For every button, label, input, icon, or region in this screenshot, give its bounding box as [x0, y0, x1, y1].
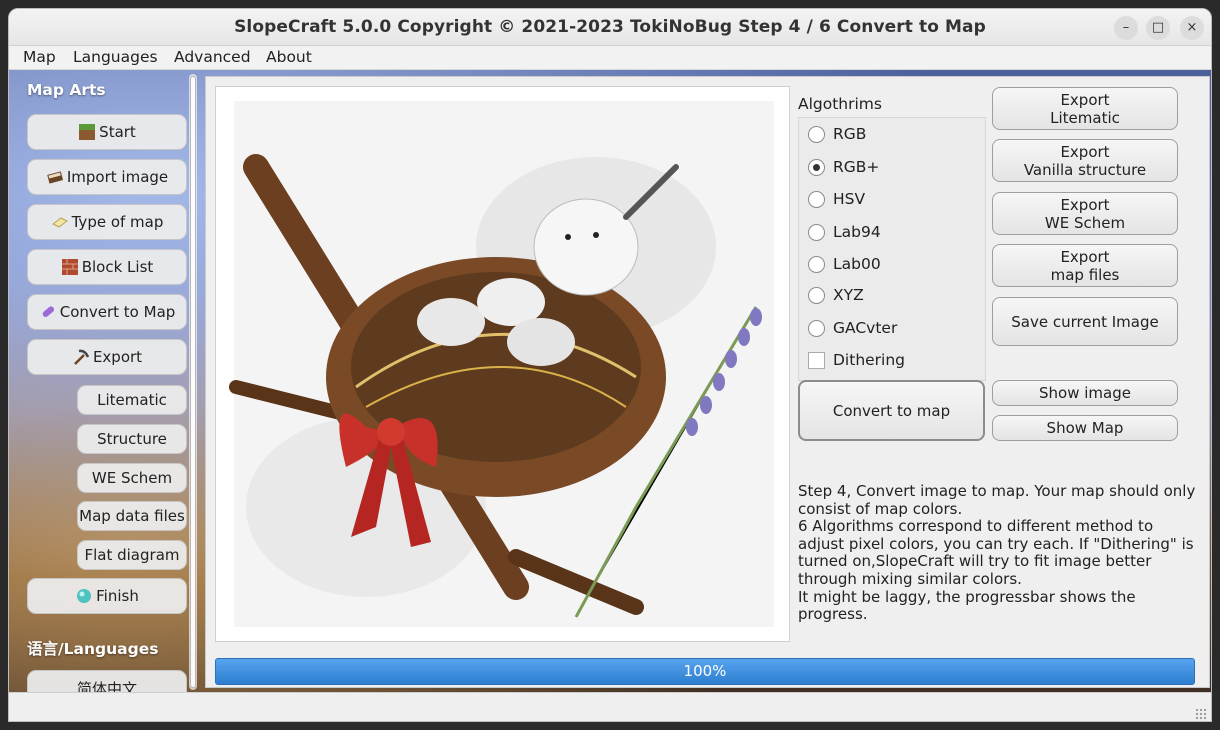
menu-advanced[interactable]: Advanced: [174, 48, 251, 66]
menu-about[interactable]: About: [266, 48, 312, 66]
nav-block-list-button[interactable]: Block List: [27, 249, 187, 285]
menu-bar: Map Languages Advanced About: [9, 46, 1211, 70]
algorithms-group: RGB RGB+ HSV Lab94 Lab00 XYZ GACvter Dit…: [798, 117, 986, 381]
radio-rgb-plus-row[interactable]: RGB+: [808, 158, 879, 176]
export-litematic-button[interactable]: Export Litematic: [992, 87, 1178, 130]
close-button[interactable]: ×: [1180, 16, 1204, 40]
nav-import-image-label: Import image: [66, 168, 169, 186]
export-map-line2: map files: [1050, 265, 1120, 284]
description-line-2: 6 Algorithms correspond to different met…: [798, 517, 1194, 588]
radio-rgb-plus[interactable]: [808, 158, 825, 176]
export-we-line2: WE Schem: [1044, 213, 1126, 232]
export-structure-nav[interactable]: Structure: [77, 424, 187, 454]
title-bar[interactable]: SlopeCraft 5.0.0 Copyright © 2021-2023 T…: [9, 9, 1211, 46]
algorithms-label: Algothrims: [798, 95, 882, 113]
radio-xyz-row[interactable]: XYZ: [808, 286, 864, 304]
progress-text: 100%: [683, 662, 727, 680]
maximize-button[interactable]: □: [1146, 16, 1170, 40]
nav-block-list-label: Block List: [81, 258, 154, 276]
menu-languages[interactable]: Languages: [73, 48, 158, 66]
nav-import-image-button[interactable]: Import image: [27, 159, 187, 195]
nav-start-label: Start: [99, 123, 136, 141]
radio-rgb-label: RGB: [833, 125, 867, 143]
convert-panel: Algothrims RGB RGB+ HSV Lab94 Lab00 XYZ …: [205, 76, 1210, 688]
description-line-3: It might be laggy, the progressbar shows…: [798, 587, 1136, 624]
step-description: Step 4, Convert image to map. Your map s…: [798, 482, 1202, 624]
export-we-line1: Export: [1060, 195, 1110, 214]
pickaxe-icon: [72, 348, 90, 366]
export-vanilla-line1: Export: [1060, 142, 1110, 161]
radio-rgb[interactable]: [808, 125, 825, 143]
radio-xyz-label: XYZ: [833, 286, 864, 304]
grass-block-icon: [78, 123, 96, 141]
radio-gacvter-label: GACvter: [833, 319, 898, 337]
nav-finish-label: Finish: [96, 587, 139, 605]
radio-hsv[interactable]: [808, 190, 825, 208]
nav-export-button[interactable]: Export: [27, 339, 187, 375]
radio-lab00[interactable]: [808, 255, 825, 273]
diamond-icon: [75, 587, 93, 605]
minimize-button[interactable]: –: [1114, 16, 1138, 40]
export-vanilla-line2: Vanilla structure: [1023, 160, 1147, 179]
radio-gacvter[interactable]: [808, 319, 825, 337]
radio-xyz[interactable]: [808, 286, 825, 304]
app-window: SlopeCraft 5.0.0 Copyright © 2021-2023 T…: [8, 8, 1212, 722]
nav-convert-to-map-label: Convert to Map: [59, 303, 176, 321]
show-map-button[interactable]: Show Map: [992, 415, 1178, 441]
export-litematic-line2: Litematic: [1050, 108, 1120, 127]
nav-type-of-map-button[interactable]: Type of map: [27, 204, 187, 240]
sidebar-scroll-thumb[interactable]: [190, 76, 196, 688]
nav-export-label: Export: [92, 348, 143, 366]
section-title-languages: 语言/Languages: [27, 640, 159, 658]
window-title: SlopeCraft 5.0.0 Copyright © 2021-2023 T…: [234, 17, 986, 37]
sidebar-scrollbar[interactable]: [189, 74, 197, 690]
save-current-image-button[interactable]: Save current Image: [992, 297, 1178, 346]
export-litematic-line1: Export: [1060, 90, 1110, 109]
language-chinese-button[interactable]: 简体中文: [27, 670, 187, 692]
resize-grip-icon[interactable]: [1195, 708, 1207, 720]
conversion-progress-bar: 100%: [215, 658, 1195, 685]
nav-finish-button[interactable]: Finish: [27, 578, 187, 614]
radio-hsv-row[interactable]: HSV: [808, 190, 865, 208]
brick-icon: [61, 258, 79, 276]
dithering-checkbox[interactable]: [808, 351, 825, 369]
radio-lab94[interactable]: [808, 223, 825, 241]
export-we-schem-button[interactable]: Export WE Schem: [992, 192, 1178, 235]
menu-map[interactable]: Map: [23, 48, 56, 66]
export-we-schem-nav[interactable]: WE Schem: [77, 463, 187, 493]
show-image-button[interactable]: Show image: [992, 380, 1178, 406]
bird-nest-image: [229, 101, 774, 627]
export-flat-diagram-nav[interactable]: Flat diagram: [77, 540, 187, 570]
nav-convert-to-map-button[interactable]: Convert to Map: [27, 294, 187, 330]
book-icon: [46, 168, 64, 186]
radio-rgb-plus-label: RGB+: [833, 158, 880, 176]
export-map-line1: Export: [1060, 247, 1110, 266]
radio-lab94-row[interactable]: Lab94: [808, 223, 881, 241]
nav-type-of-map-label: Type of map: [71, 213, 164, 231]
radio-lab00-label: Lab00: [833, 255, 881, 273]
description-line-1: Step 4, Convert image to map. Your map s…: [798, 482, 1196, 518]
radio-rgb-row[interactable]: RGB: [808, 125, 866, 143]
radio-lab00-row[interactable]: Lab00: [808, 255, 881, 273]
export-map-data-files-nav[interactable]: Map data files: [77, 501, 187, 531]
sidebar: Map Arts Start Import image Type of map …: [11, 70, 197, 692]
status-bar: [9, 692, 1211, 721]
dithering-row[interactable]: Dithering: [808, 351, 905, 369]
convert-to-map-button[interactable]: Convert to map: [798, 380, 985, 441]
export-map-files-button[interactable]: Export map files: [992, 244, 1178, 287]
map-icon: [51, 213, 69, 231]
image-preview: [215, 86, 790, 642]
export-vanilla-structure-button[interactable]: Export Vanilla structure: [992, 139, 1178, 182]
dithering-label: Dithering: [833, 351, 906, 369]
section-title-map-arts: Map Arts: [27, 81, 106, 99]
radio-hsv-label: HSV: [833, 190, 866, 208]
nav-start-button[interactable]: Start: [27, 114, 187, 150]
radio-gacvter-row[interactable]: GACvter: [808, 319, 897, 337]
radio-lab94-label: Lab94: [833, 223, 881, 241]
potion-icon: [39, 303, 57, 321]
export-litematic-nav[interactable]: Litematic: [77, 385, 187, 415]
